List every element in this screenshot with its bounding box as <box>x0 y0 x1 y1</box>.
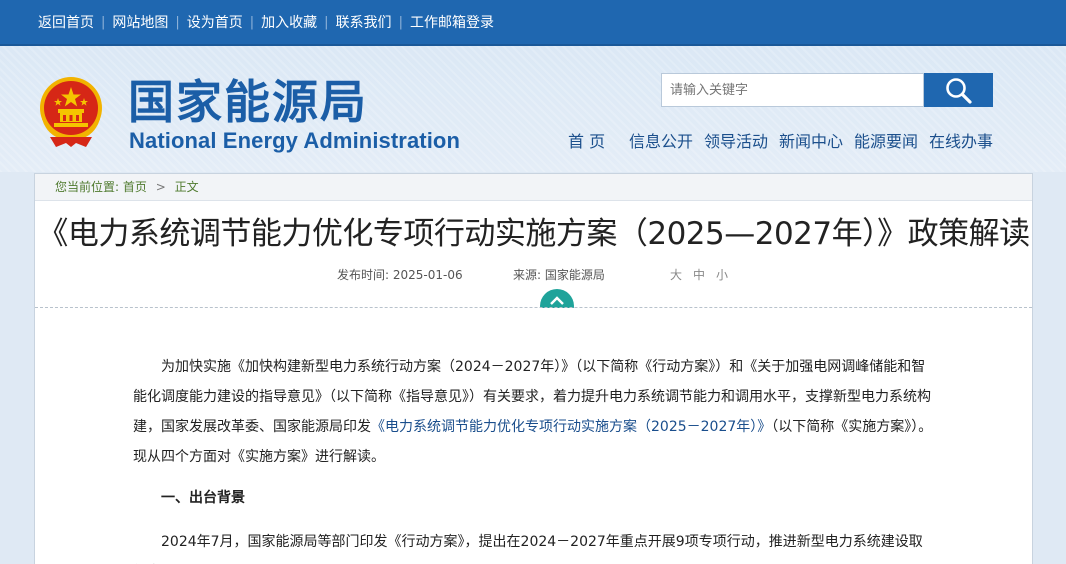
article-meta: 发布时间: 2025-01-06 来源: 国家能源局 大 中 小 <box>35 266 1032 282</box>
policy-document-link[interactable]: 《电力系统调节能力优化专项行动实施方案（2025－2027年）》 <box>371 419 771 435</box>
nav-online-services[interactable]: 在线办事 <box>929 128 993 152</box>
nav-energy-news[interactable]: 能源要闻 <box>854 128 918 152</box>
nav-info-disclosure[interactable]: 信息公开 <box>629 128 693 152</box>
font-size-medium[interactable]: 中 <box>693 266 705 283</box>
paragraph: 为加快实施《加快构建新型电力系统行动方案（2024－2027年）》（以下简称《行… <box>133 352 935 472</box>
site-logo-chinese[interactable]: 国家能源局 <box>128 76 368 128</box>
nav-leadership[interactable]: 领导活动 <box>704 128 768 152</box>
breadcrumb-label: 您当前位置: <box>55 180 120 194</box>
search-icon <box>945 78 972 104</box>
font-size-small[interactable]: 小 <box>716 266 728 283</box>
article-source: 来源: 国家能源局 <box>513 268 605 282</box>
nav-news-center[interactable]: 新闻中心 <box>779 128 843 152</box>
section-heading: 一、出台背景 <box>161 490 245 506</box>
nav-home[interactable]: 首 页 <box>568 128 605 152</box>
font-size-large[interactable]: 大 <box>670 266 682 283</box>
search-input[interactable] <box>661 73 924 107</box>
link-contact[interactable]: 联系我们 <box>336 12 392 32</box>
separator: | <box>398 14 403 30</box>
top-bar: 返回首页 | 网站地图 | 设为首页 | 加入收藏 | 联系我们 | 工作邮箱登… <box>0 0 1066 46</box>
link-work-email[interactable]: 工作邮箱登录 <box>410 12 494 32</box>
link-set-homepage[interactable]: 设为首页 <box>187 12 243 32</box>
chevron-up-icon <box>550 296 564 305</box>
separator: | <box>324 14 329 30</box>
link-home[interactable]: 返回首页 <box>38 12 94 32</box>
site-header: 国家能源局 National Energy Administration 首 页… <box>0 46 1066 172</box>
article-card: 您当前位置: 首页 > 正文 《电力系统调节能力优化专项行动实施方案（2025—… <box>34 173 1033 564</box>
article-title: 《电力系统调节能力优化专项行动实施方案（2025—2027年）》政策解读 <box>37 216 1030 252</box>
divider-mask <box>530 308 584 328</box>
meta-divider <box>35 307 1032 308</box>
search-button[interactable] <box>924 73 993 107</box>
publish-date: 发布时间: 2025-01-06 <box>337 268 463 282</box>
separator: | <box>101 14 106 30</box>
separator: | <box>249 14 255 30</box>
separator: | <box>175 14 180 30</box>
link-sitemap[interactable]: 网站地图 <box>112 12 168 32</box>
breadcrumb: 您当前位置: 首页 > 正文 <box>35 174 1032 201</box>
main-nav: 首 页 信息公开 领导活动 新闻中心 能源要闻 在线办事 <box>0 128 1066 151</box>
paragraph: 2024年7月，国家能源局等部门印发《行动方案》，提出在2024－2027年重点… <box>161 534 923 550</box>
article-body: 为加快实施《加快构建新型电力系统行动方案（2024－2027年）》（以下简称《行… <box>133 352 935 564</box>
breadcrumb-current: 正文 <box>174 180 199 194</box>
breadcrumb-separator: > <box>155 180 166 194</box>
top-links: 返回首页 | 网站地图 | 设为首页 | 加入收藏 | 联系我们 | 工作邮箱登… <box>38 0 494 44</box>
breadcrumb-home[interactable]: 首页 <box>123 180 147 194</box>
link-add-favorite[interactable]: 加入收藏 <box>261 12 317 32</box>
